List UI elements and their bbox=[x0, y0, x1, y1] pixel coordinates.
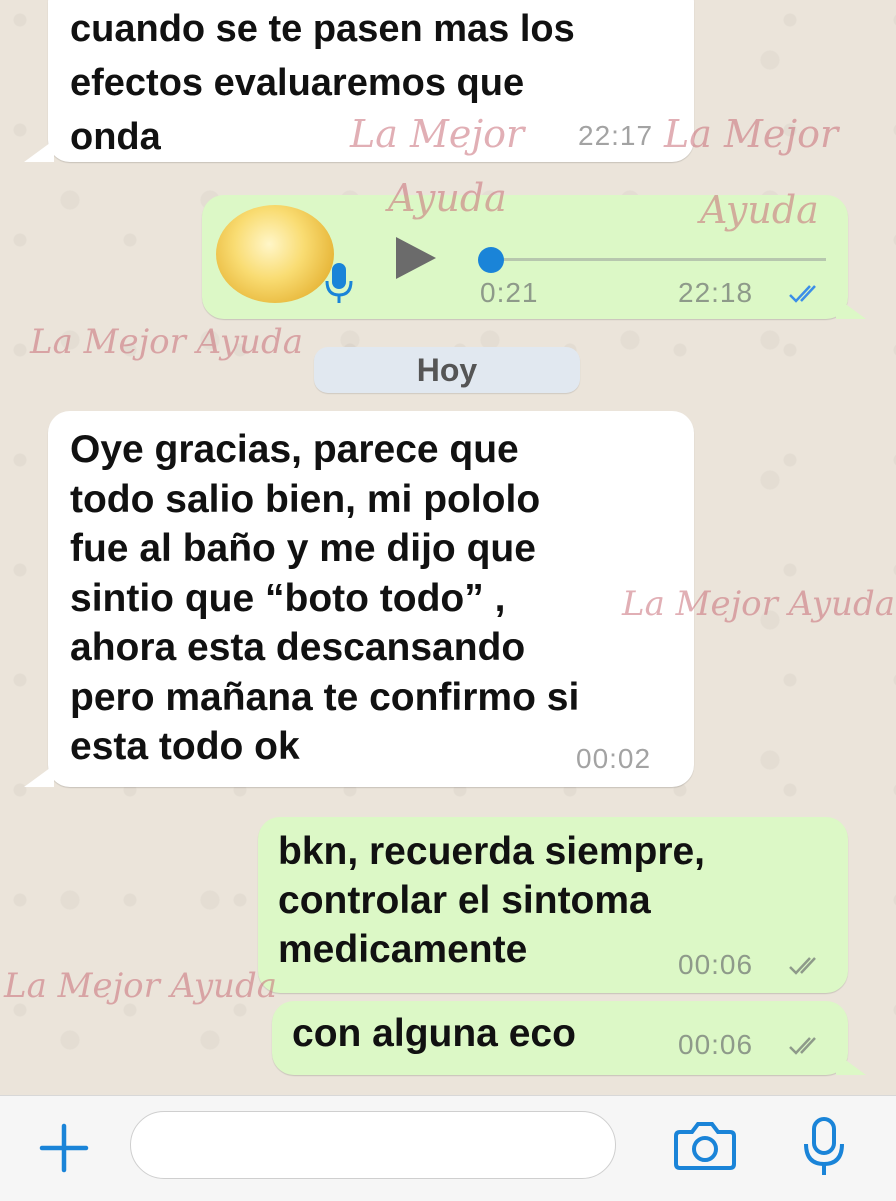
bubble-tail bbox=[24, 140, 54, 162]
message-text: con alguna eco bbox=[292, 1012, 576, 1055]
microphone-icon bbox=[325, 263, 353, 303]
message-text: Oye gracias, parece que todo salio bien,… bbox=[70, 428, 580, 768]
day-separator: Hoy bbox=[314, 347, 580, 393]
message-time: 00:02 bbox=[576, 743, 652, 774]
bubble-tail bbox=[836, 1053, 866, 1075]
bubble-tail bbox=[24, 765, 54, 787]
watermark-text: La Mejor Ayuda bbox=[622, 584, 895, 624]
compose-bar bbox=[0, 1095, 896, 1201]
watermark-text: La Mejor Ayuda bbox=[30, 322, 303, 362]
microphone-icon[interactable] bbox=[802, 1116, 846, 1178]
message-incoming[interactable]: Oye gracias, parece que todo salio bien,… bbox=[48, 411, 694, 787]
audio-duration: 0:21 bbox=[480, 277, 539, 308]
bubble-tail bbox=[836, 297, 866, 319]
message-time: 22:18 bbox=[678, 277, 754, 308]
watermark-text: Ayuda bbox=[700, 188, 819, 232]
double-check-icon bbox=[789, 285, 816, 303]
message-time: 00:06 bbox=[678, 949, 754, 980]
message-time: 00:06 bbox=[678, 1029, 754, 1060]
play-icon[interactable] bbox=[392, 235, 438, 281]
watermark-text: Ayuda bbox=[388, 176, 507, 220]
message-outgoing[interactable]: con alguna eco 00:06 bbox=[272, 1001, 848, 1075]
sender-avatar bbox=[216, 205, 334, 303]
double-check-icon bbox=[789, 1037, 816, 1055]
audio-progress-knob[interactable] bbox=[478, 247, 504, 273]
message-text: bkn, recuerda siempre, controlar el sint… bbox=[278, 830, 706, 971]
message-input[interactable] bbox=[130, 1111, 616, 1179]
watermark-text: La Mejor Ayuda bbox=[4, 966, 277, 1006]
audio-progress-track[interactable] bbox=[488, 258, 826, 261]
plus-icon[interactable] bbox=[38, 1122, 90, 1174]
watermark-text: La Mejor bbox=[664, 112, 839, 156]
message-outgoing[interactable]: bkn, recuerda siempre, controlar el sint… bbox=[258, 817, 848, 993]
watermark-text: La Mejor bbox=[350, 112, 525, 156]
camera-icon[interactable] bbox=[674, 1120, 736, 1170]
double-check-icon bbox=[789, 957, 816, 975]
message-time: 22:17 bbox=[578, 120, 654, 151]
